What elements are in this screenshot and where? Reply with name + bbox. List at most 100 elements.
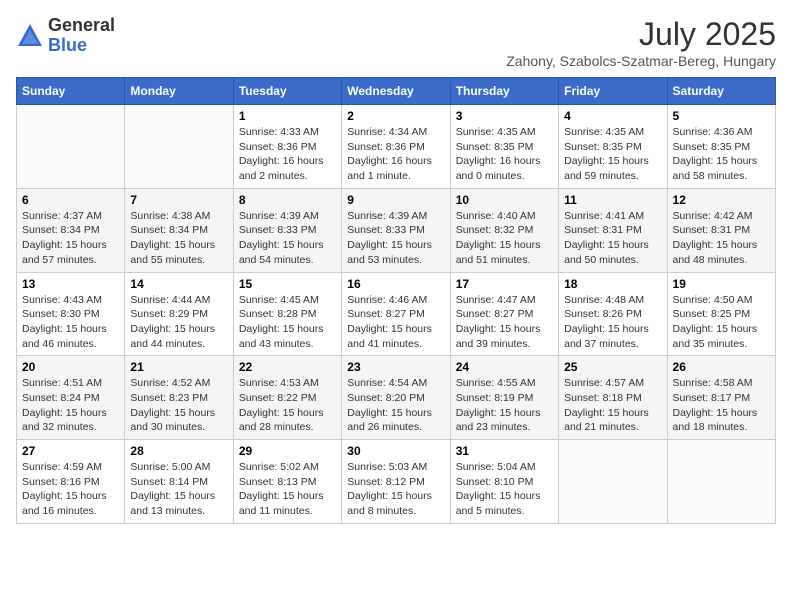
- calendar-day-cell: 3 Sunrise: 4:35 AM Sunset: 8:35 PM Daylig…: [450, 105, 558, 189]
- day-info: Sunrise: 4:46 AM Sunset: 8:27 PM Dayligh…: [347, 293, 444, 352]
- calendar-day-cell: 20Sunrise: 4:51 AM Sunset: 8:24 PM Dayli…: [17, 356, 125, 440]
- calendar-day-cell: 30Sunrise: 5:03 AM Sunset: 8:12 PM Dayli…: [342, 440, 450, 524]
- calendar-table: SundayMondayTuesdayWednesdayThursdayFrid…: [16, 77, 776, 524]
- weekday-header-row: SundayMondayTuesdayWednesdayThursdayFrid…: [17, 78, 776, 105]
- calendar-day-cell: 12 Sunrise: 4:42 AM Sunset: 8:31 PM Dayli…: [667, 188, 775, 272]
- logo: General Blue: [16, 16, 115, 56]
- day-info: Sunrise: 5:02 AM Sunset: 8:13 PM Dayligh…: [239, 460, 336, 519]
- day-number: 29: [239, 444, 336, 458]
- calendar-day-cell: 29 Sunrise: 5:02 AM Sunset: 8:13 PM Dayli…: [233, 440, 341, 524]
- day-info: Sunrise: 4:37 AM Sunset: 8:34 PM Dayligh…: [22, 209, 119, 268]
- month-year: July 2025: [506, 16, 776, 53]
- day-info: Sunrise: 4:48 AM Sunset: 8:26 PM Dayligh…: [564, 293, 661, 352]
- calendar-body: 1 Sunrise: 4:33 AM Sunset: 8:36 PM Daylig…: [17, 105, 776, 524]
- day-number: 3: [456, 109, 553, 123]
- calendar-day-cell: [667, 440, 775, 524]
- day-info: Sunrise: 4:39 AM Sunset: 8:33 PM Dayligh…: [347, 209, 444, 268]
- day-info: Sunrise: 4:38 AM Sunset: 8:34 PM Dayligh…: [130, 209, 227, 268]
- day-number: 10: [456, 193, 553, 207]
- calendar-day-cell: 8Sunrise: 4:39 AM Sunset: 8:33 PM Daylig…: [233, 188, 341, 272]
- day-number: 12: [673, 193, 770, 207]
- calendar-day-cell: [17, 105, 125, 189]
- calendar-day-cell: [559, 440, 667, 524]
- day-info: Sunrise: 4:44 AM Sunset: 8:29 PM Dayligh…: [130, 293, 227, 352]
- day-info: Sunrise: 5:04 AM Sunset: 8:10 PM Dayligh…: [456, 460, 553, 519]
- day-info: Sunrise: 4:52 AM Sunset: 8:23 PM Dayligh…: [130, 376, 227, 435]
- calendar-day-cell: 31 Sunrise: 5:04 AM Sunset: 8:10 PM Dayli…: [450, 440, 558, 524]
- day-info: Sunrise: 4:53 AM Sunset: 8:22 PM Dayligh…: [239, 376, 336, 435]
- calendar-day-cell: 18 Sunrise: 4:48 AM Sunset: 8:26 PM Dayli…: [559, 272, 667, 356]
- calendar-day-cell: 4Sunrise: 4:35 AM Sunset: 8:35 PM Daylig…: [559, 105, 667, 189]
- day-number: 28: [130, 444, 227, 458]
- day-info: Sunrise: 4:47 AM Sunset: 8:27 PM Dayligh…: [456, 293, 553, 352]
- day-info: Sunrise: 5:00 AM Sunset: 8:14 PM Dayligh…: [130, 460, 227, 519]
- day-number: 21: [130, 360, 227, 374]
- day-info: Sunrise: 4:43 AM Sunset: 8:30 PM Dayligh…: [22, 293, 119, 352]
- day-info: Sunrise: 4:59 AM Sunset: 8:16 PM Dayligh…: [22, 460, 119, 519]
- calendar-week-row: 1 Sunrise: 4:33 AM Sunset: 8:36 PM Daylig…: [17, 105, 776, 189]
- calendar-day-cell: 26 Sunrise: 4:58 AM Sunset: 8:17 PM Dayli…: [667, 356, 775, 440]
- calendar-day-cell: 2Sunrise: 4:34 AM Sunset: 8:36 PM Daylig…: [342, 105, 450, 189]
- calendar-day-cell: 27 Sunrise: 4:59 AM Sunset: 8:16 PM Dayli…: [17, 440, 125, 524]
- calendar-day-cell: 24Sunrise: 4:55 AM Sunset: 8:19 PM Dayli…: [450, 356, 558, 440]
- day-info: Sunrise: 4:41 AM Sunset: 8:31 PM Dayligh…: [564, 209, 661, 268]
- day-number: 18: [564, 277, 661, 291]
- logo-general: General: [48, 15, 115, 35]
- day-number: 8: [239, 193, 336, 207]
- day-info: Sunrise: 4:33 AM Sunset: 8:36 PM Dayligh…: [239, 125, 336, 184]
- day-info: Sunrise: 4:51 AM Sunset: 8:24 PM Dayligh…: [22, 376, 119, 435]
- day-number: 11: [564, 193, 661, 207]
- day-number: 31: [456, 444, 553, 458]
- weekday-header-cell: Thursday: [450, 78, 558, 105]
- calendar-day-cell: 1 Sunrise: 4:33 AM Sunset: 8:36 PM Daylig…: [233, 105, 341, 189]
- day-number: 2: [347, 109, 444, 123]
- calendar-day-cell: 7 Sunrise: 4:38 AM Sunset: 8:34 PM Daylig…: [125, 188, 233, 272]
- weekday-header-cell: Tuesday: [233, 78, 341, 105]
- weekday-header-cell: Wednesday: [342, 78, 450, 105]
- day-number: 23: [347, 360, 444, 374]
- day-info: Sunrise: 4:45 AM Sunset: 8:28 PM Dayligh…: [239, 293, 336, 352]
- calendar-day-cell: 23 Sunrise: 4:54 AM Sunset: 8:20 PM Dayli…: [342, 356, 450, 440]
- logo-icon: [16, 22, 44, 50]
- calendar-day-cell: 16 Sunrise: 4:46 AM Sunset: 8:27 PM Dayli…: [342, 272, 450, 356]
- day-number: 13: [22, 277, 119, 291]
- day-info: Sunrise: 4:55 AM Sunset: 8:19 PM Dayligh…: [456, 376, 553, 435]
- calendar-day-cell: 6 Sunrise: 4:37 AM Sunset: 8:34 PM Daylig…: [17, 188, 125, 272]
- day-number: 16: [347, 277, 444, 291]
- day-number: 25: [564, 360, 661, 374]
- day-number: 1: [239, 109, 336, 123]
- weekday-header-cell: Sunday: [17, 78, 125, 105]
- calendar-day-cell: 21 Sunrise: 4:52 AM Sunset: 8:23 PM Dayli…: [125, 356, 233, 440]
- location: Zahony, Szabolcs-Szatmar-Bereg, Hungary: [506, 53, 776, 69]
- day-number: 4: [564, 109, 661, 123]
- day-info: Sunrise: 4:35 AM Sunset: 8:35 PM Dayligh…: [456, 125, 553, 184]
- weekday-header-cell: Friday: [559, 78, 667, 105]
- day-info: Sunrise: 4:36 AM Sunset: 8:35 PM Dayligh…: [673, 125, 770, 184]
- day-number: 30: [347, 444, 444, 458]
- day-number: 17: [456, 277, 553, 291]
- calendar-day-cell: 13 Sunrise: 4:43 AM Sunset: 8:30 PM Dayli…: [17, 272, 125, 356]
- page-header: General Blue July 2025 Zahony, Szabolcs-…: [16, 16, 776, 69]
- day-number: 15: [239, 277, 336, 291]
- calendar-day-cell: 25 Sunrise: 4:57 AM Sunset: 8:18 PM Dayli…: [559, 356, 667, 440]
- day-number: 9: [347, 193, 444, 207]
- day-info: Sunrise: 4:50 AM Sunset: 8:25 PM Dayligh…: [673, 293, 770, 352]
- calendar-day-cell: [125, 105, 233, 189]
- day-number: 27: [22, 444, 119, 458]
- logo-blue: Blue: [48, 35, 87, 55]
- calendar-day-cell: 11 Sunrise: 4:41 AM Sunset: 8:31 PM Dayli…: [559, 188, 667, 272]
- day-info: Sunrise: 4:42 AM Sunset: 8:31 PM Dayligh…: [673, 209, 770, 268]
- logo-text: General Blue: [48, 16, 115, 56]
- day-number: 7: [130, 193, 227, 207]
- day-info: Sunrise: 4:57 AM Sunset: 8:18 PM Dayligh…: [564, 376, 661, 435]
- day-number: 14: [130, 277, 227, 291]
- day-info: Sunrise: 4:58 AM Sunset: 8:17 PM Dayligh…: [673, 376, 770, 435]
- day-number: 26: [673, 360, 770, 374]
- day-number: 5: [673, 109, 770, 123]
- day-number: 6: [22, 193, 119, 207]
- day-number: 19: [673, 277, 770, 291]
- calendar-week-row: 13 Sunrise: 4:43 AM Sunset: 8:30 PM Dayli…: [17, 272, 776, 356]
- day-info: Sunrise: 4:54 AM Sunset: 8:20 PM Dayligh…: [347, 376, 444, 435]
- calendar-day-cell: 22Sunrise: 4:53 AM Sunset: 8:22 PM Dayli…: [233, 356, 341, 440]
- calendar-day-cell: 9 Sunrise: 4:39 AM Sunset: 8:33 PM Daylig…: [342, 188, 450, 272]
